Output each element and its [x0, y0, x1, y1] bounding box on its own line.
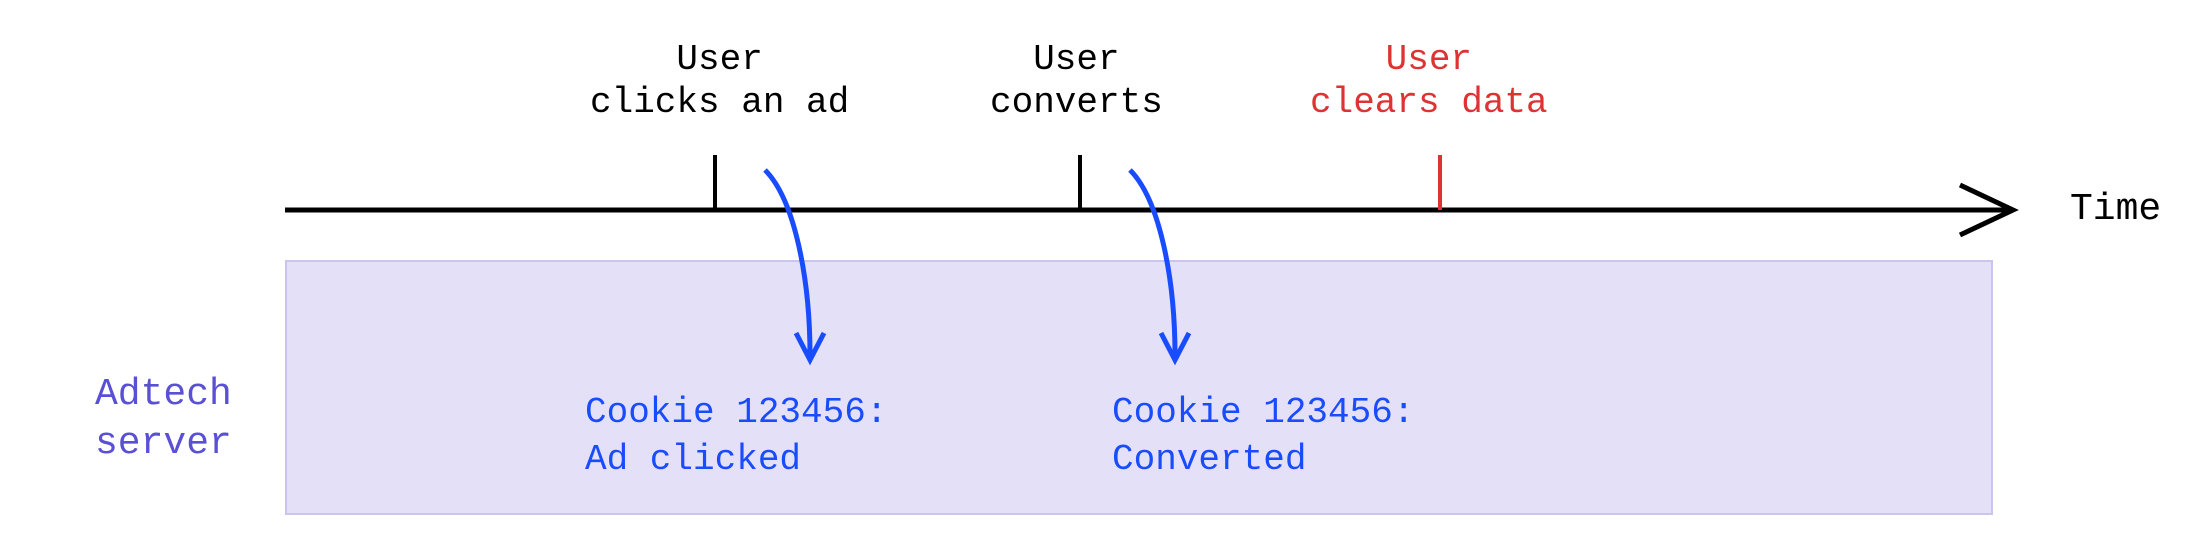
timeline-diagram: User clicks an ad User converts User cle…: [0, 0, 2188, 534]
server-label: Adtech server: [95, 370, 232, 469]
axis-label-time: Time: [2070, 188, 2161, 231]
cookie-record-converted: Cookie 123456: Converted: [1112, 390, 1414, 484]
cookie-record-clicked: Cookie 123456: Ad clicked: [585, 390, 887, 484]
event-label-convert: User converts: [990, 38, 1163, 124]
event-label-clear: User clears data: [1310, 38, 1548, 124]
event-label-click: User clicks an ad: [590, 38, 849, 124]
